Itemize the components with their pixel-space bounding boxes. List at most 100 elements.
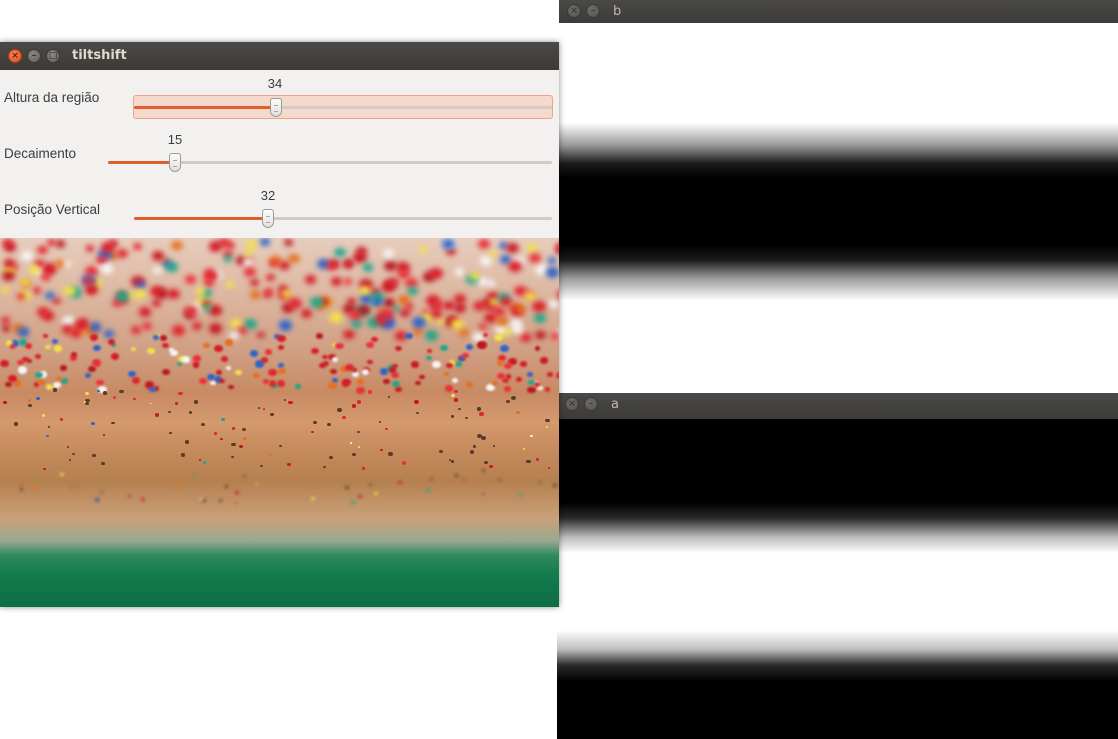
crowd-dot: [86, 285, 98, 295]
crowd-dot: [133, 242, 142, 250]
crowd-dot: [220, 437, 224, 440]
crowd-dot: [219, 378, 226, 384]
crowd-dot: [279, 444, 283, 448]
crowd-dot: [385, 428, 389, 431]
close-icon[interactable]: ×: [567, 4, 581, 18]
crowd-dot: [102, 434, 105, 437]
crowd-dot: [235, 491, 240, 495]
crowd-dot: [215, 370, 222, 376]
crowd-dot: [506, 243, 520, 254]
crowd-dot: [509, 319, 522, 329]
crowd-dot: [300, 309, 312, 318]
maximize-icon[interactable]: □: [46, 49, 60, 63]
crowd-dot: [264, 287, 274, 295]
crowd-dot: [356, 246, 367, 255]
crowd-dot: [208, 240, 223, 252]
crowd-dot: [203, 278, 215, 287]
crowd-dot: [277, 367, 286, 374]
close-icon[interactable]: ×: [8, 49, 22, 63]
crowd-dot: [326, 260, 338, 270]
crowd-dot: [476, 434, 482, 439]
crowd-dot: [548, 299, 559, 309]
crowd-dot: [503, 385, 511, 392]
close-icon[interactable]: ×: [565, 397, 579, 411]
crowd-dot: [478, 239, 491, 250]
crowd-dot: [330, 276, 343, 286]
crowd-dot: [371, 298, 384, 308]
slider-fill: [108, 161, 175, 164]
crowd-dot: [388, 452, 393, 456]
crowd-dot: [395, 345, 402, 351]
decaimento-slider[interactable]: [108, 151, 552, 175]
crowd-dot: [220, 356, 228, 363]
crowd-dot: [525, 243, 538, 254]
crowd-dot: [283, 239, 293, 247]
minimize-icon[interactable]: –: [586, 4, 600, 18]
crowd-dot: [116, 249, 129, 259]
crowd-dot: [92, 453, 96, 457]
slider-handle[interactable]: [262, 209, 274, 228]
crowd-dot: [321, 468, 324, 471]
crowd-dot: [544, 387, 551, 392]
crowd-dot: [547, 372, 553, 377]
crowd-dot: [45, 291, 55, 300]
crowd-dot: [356, 430, 360, 433]
crowd-dot: [238, 326, 247, 334]
crowd-dot: [231, 442, 236, 447]
crowd-dot: [131, 377, 141, 384]
crowd-dot: [430, 478, 433, 481]
crowd-dot: [553, 484, 557, 487]
crowd-dot: [269, 454, 272, 457]
crowd-dot: [450, 460, 455, 464]
crowd-dot: [184, 275, 197, 285]
crowd-dot: [132, 397, 137, 401]
crowd-dot: [95, 497, 100, 501]
crowd-dot: [450, 415, 455, 419]
crowd-dot: [446, 362, 453, 368]
crowd-dot: [395, 386, 402, 393]
crowd-dot: [176, 361, 183, 367]
slider-handle[interactable]: [169, 153, 181, 172]
crowd-dot: [89, 322, 102, 332]
crowd-dot: [268, 380, 277, 387]
altura-slider[interactable]: [133, 95, 553, 119]
crowd-dot: [337, 408, 343, 413]
crowd-dot: [527, 386, 536, 394]
crowd-dot: [445, 385, 454, 392]
crowd-dot: [311, 430, 314, 434]
crowd-dot: [3, 241, 16, 252]
crowd-dot: [43, 467, 47, 470]
crowd-dot: [453, 398, 458, 402]
mask-a-image: [557, 419, 1118, 739]
window-a-titlebar[interactable]: × – a: [557, 393, 1118, 419]
crowd-dot: [479, 256, 493, 266]
slider-fill: [134, 106, 276, 109]
trackbar-decaimento: Decaimento 15: [0, 126, 559, 182]
crowd-dot: [442, 300, 455, 311]
crowd-dot: [85, 391, 90, 395]
crowd-dot: [45, 383, 54, 390]
tiltshift-titlebar[interactable]: × – □ tiltshift: [0, 42, 559, 70]
crowd-dot: [453, 302, 467, 314]
crowd-dot: [342, 329, 356, 340]
window-b-titlebar[interactable]: × – b: [559, 0, 1118, 23]
crowd-dot: [152, 335, 159, 341]
crowd-dot: [479, 412, 484, 416]
window-title: tiltshift: [72, 48, 127, 63]
window-b: × – b: [559, 0, 1118, 393]
minimize-icon[interactable]: –: [27, 49, 41, 63]
crowd-dot: [17, 327, 30, 337]
crowd-dot: [492, 381, 498, 387]
posicao-slider[interactable]: [134, 207, 552, 231]
crowd-dot: [361, 466, 366, 470]
crowd-dot: [465, 417, 468, 420]
crowd-dot: [362, 263, 374, 272]
crowd-dot: [312, 420, 317, 425]
crowd-dot: [436, 317, 445, 325]
crowd-dot: [367, 359, 373, 365]
crowd-dot: [112, 396, 116, 399]
minimize-icon[interactable]: –: [584, 397, 598, 411]
slider-handle[interactable]: [270, 98, 282, 117]
crowd-dot: [53, 381, 61, 388]
crowd-dot: [54, 260, 65, 268]
